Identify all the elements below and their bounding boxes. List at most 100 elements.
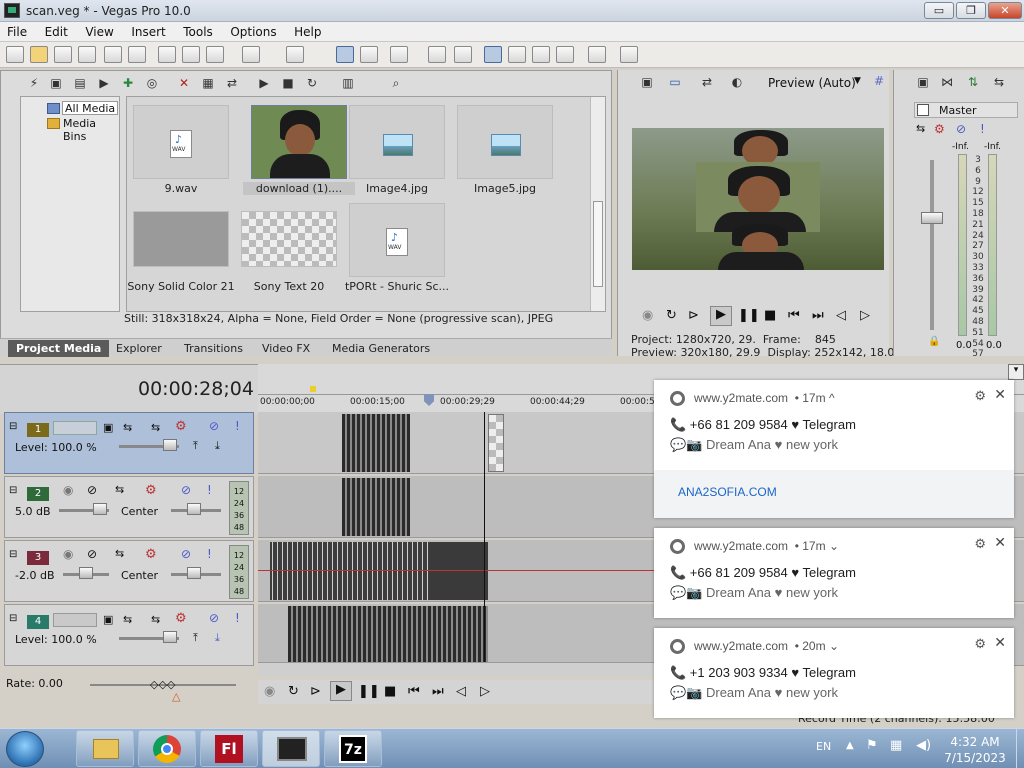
marker-icon[interactable] xyxy=(310,386,316,392)
media-scrollbar[interactable] xyxy=(590,97,605,311)
gear-icon[interactable]: ⚙ xyxy=(175,419,187,434)
record-icon[interactable]: ◉ xyxy=(264,684,275,699)
pan-slider-handle[interactable] xyxy=(187,503,201,515)
close-icon[interactable]: ✕ xyxy=(994,534,1006,551)
arm-record-icon[interactable]: ◉ xyxy=(63,547,73,561)
media-thumb-text[interactable] xyxy=(241,211,337,267)
preview-fx-icon[interactable]: ⇄ xyxy=(698,74,716,91)
media-thumb-download[interactable] xyxy=(251,105,347,179)
search-media-icon[interactable]: ◎ xyxy=(143,75,161,92)
show-desktop-button[interactable] xyxy=(1016,729,1024,768)
paste-icon[interactable] xyxy=(206,46,224,63)
mono-icon[interactable]: ⇆ xyxy=(990,74,1008,91)
taskbar-explorer[interactable] xyxy=(76,730,134,767)
mute-icon[interactable]: ⊘ xyxy=(181,547,191,561)
pause-icon[interactable]: ❚❚ xyxy=(738,308,760,323)
new-project-icon[interactable] xyxy=(6,46,24,63)
snapping-icon[interactable] xyxy=(390,46,408,63)
stop-icon[interactable]: ■ xyxy=(384,684,396,699)
play-icon[interactable]: ▶ xyxy=(330,681,352,701)
audio-event[interactable] xyxy=(342,478,410,536)
remove-media-icon[interactable]: ▶ xyxy=(95,75,113,92)
close-icon[interactable]: ✕ xyxy=(994,386,1006,403)
ripple-edit-icon[interactable] xyxy=(484,46,502,63)
downmix-icon[interactable]: ⋈ xyxy=(938,74,956,91)
video-event[interactable] xyxy=(288,606,488,664)
get-media-web-icon[interactable]: ▤ xyxy=(71,75,89,92)
solo-icon[interactable]: ! xyxy=(207,547,212,561)
solo-icon[interactable]: ! xyxy=(980,122,985,136)
views-icon[interactable]: ▥ xyxy=(339,75,357,92)
gear-icon[interactable]: ⚙ xyxy=(974,536,986,552)
overlays-icon[interactable]: # xyxy=(874,74,884,88)
volume-slider-handle[interactable] xyxy=(93,503,107,515)
solo-icon[interactable]: ! xyxy=(207,483,212,497)
media-fx-icon[interactable]: ⇄ xyxy=(223,75,241,92)
loop-icon[interactable]: ↻ xyxy=(288,684,299,699)
lock-envelopes-icon[interactable] xyxy=(454,46,472,63)
zoom-tool-icon[interactable] xyxy=(556,46,574,63)
collapse-icon[interactable]: ⊟ xyxy=(9,549,17,560)
menu-insert[interactable]: Insert xyxy=(124,22,172,42)
menu-options[interactable]: Options xyxy=(223,22,283,42)
level-slider-handle[interactable] xyxy=(163,631,177,643)
track-fx-icon[interactable]: ⇆ xyxy=(151,613,160,626)
notification-1[interactable]: www.y2mate.com • 17m ^ ⚙ ✕ 📞 +66 81 209 … xyxy=(654,380,1014,518)
make-compositing-parent-icon[interactable]: ⤓ xyxy=(215,439,220,453)
solo-icon[interactable]: ! xyxy=(235,611,240,625)
auto-crossfade-icon[interactable] xyxy=(428,46,446,63)
track-motion-icon[interactable]: ⇆ xyxy=(123,421,132,434)
track-name-field[interactable] xyxy=(53,613,97,627)
selection-tool-icon[interactable] xyxy=(532,46,550,63)
gear-icon[interactable]: ⚙ xyxy=(175,611,187,626)
timeline-scrollbar[interactable] xyxy=(258,662,658,676)
level-slider-handle[interactable] xyxy=(163,439,177,451)
go-to-start-icon[interactable]: ⏮ xyxy=(788,308,800,323)
language-indicator[interactable]: EN xyxy=(816,740,831,753)
media-thumb-image4[interactable] xyxy=(349,105,445,179)
composite-mode-icon[interactable]: ▣ xyxy=(103,613,113,626)
next-frame-icon[interactable]: ▷ xyxy=(860,308,870,323)
notification-link[interactable]: ANA2SOFIA.COM xyxy=(654,470,1014,518)
scroll-corner-icon[interactable]: ▾ xyxy=(1008,364,1024,380)
mute-icon[interactable]: ⊘ xyxy=(209,419,219,433)
taskbar-chrome[interactable] xyxy=(138,730,196,767)
record-icon[interactable]: ◉ xyxy=(642,308,653,323)
media-thumb-tport[interactable]: ♪ WAV xyxy=(349,203,445,277)
action-center-icon[interactable]: ⚑ xyxy=(866,738,878,753)
pan-slider-handle[interactable] xyxy=(187,567,201,579)
tab-project-media[interactable]: Project Media xyxy=(8,340,110,357)
play-from-start-icon[interactable]: ⊳ xyxy=(688,308,699,323)
master-fader-handle[interactable] xyxy=(921,212,943,224)
tree-all-media[interactable]: All Media xyxy=(47,101,119,115)
previous-frame-icon[interactable]: ◁ xyxy=(456,684,466,699)
delete-icon[interactable]: ✕ xyxy=(175,75,193,92)
redo-icon[interactable] xyxy=(286,46,304,63)
lock-icon[interactable]: 🔒 xyxy=(928,336,940,347)
close-button[interactable]: ✕ xyxy=(988,2,1022,19)
notification-3[interactable]: www.y2mate.com • 20m ⌄ ⚙ ✕ 📞 +1 203 903 … xyxy=(654,628,1014,718)
go-to-end-icon[interactable]: ⏭ xyxy=(432,684,444,699)
track-fx-icon[interactable]: ⇆ xyxy=(115,547,124,560)
mute-icon[interactable]: ⊘ xyxy=(956,122,966,136)
stop-media-icon[interactable]: ■ xyxy=(279,75,297,92)
play-icon[interactable]: ▶ xyxy=(710,306,732,326)
system-clock[interactable]: 4:32 AM 7/15/2023 xyxy=(940,734,1010,766)
pause-icon[interactable]: ❚❚ xyxy=(358,684,380,699)
scrollbar-thumb[interactable] xyxy=(593,201,603,287)
previous-frame-icon[interactable]: ◁ xyxy=(836,308,846,323)
track-name-field[interactable] xyxy=(53,421,97,435)
media-thumb-solid-color[interactable] xyxy=(133,211,229,267)
mute-icon[interactable]: ⊘ xyxy=(181,483,191,497)
gear-icon[interactable]: ⚙ xyxy=(145,483,157,498)
master-properties-icon[interactable]: ▣ xyxy=(914,74,932,91)
invert-phase-icon[interactable]: ⊘ xyxy=(87,483,97,497)
go-to-end-icon[interactable]: ⏭ xyxy=(812,308,824,323)
notification-2[interactable]: www.y2mate.com • 17m ⌄ ⚙ ✕ 📞 +66 81 209 … xyxy=(654,528,1014,618)
properties-icon[interactable] xyxy=(128,46,146,63)
minimize-button[interactable]: ▭ xyxy=(924,2,954,19)
close-icon[interactable]: ✕ xyxy=(994,634,1006,651)
stop-icon[interactable]: ■ xyxy=(764,308,776,323)
master-fx-icon[interactable]: ⇆ xyxy=(916,122,925,135)
track-header-1[interactable]: ⊟ 1 ▣ ⇆ ⇆ ⚙ ⊘ ! Level: 100.0 % ⤒ ⤓ xyxy=(4,412,254,474)
